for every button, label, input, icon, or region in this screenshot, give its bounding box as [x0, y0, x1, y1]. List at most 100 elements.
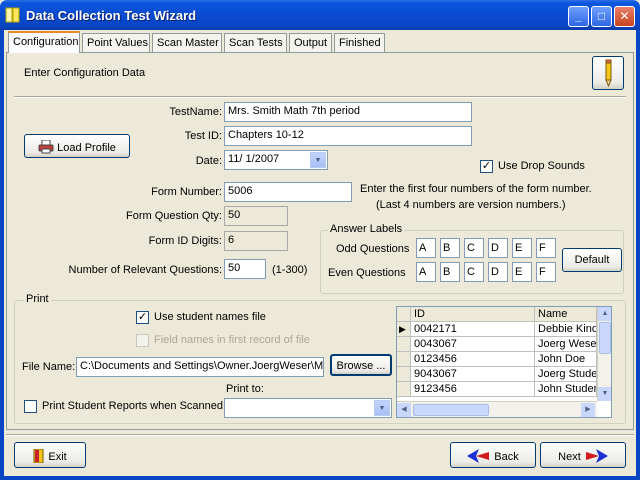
load-profile-button[interactable]: Load Profile — [24, 134, 130, 158]
date-dropdown-button[interactable]: ▼ — [310, 152, 326, 168]
testname-label: TestName: — [169, 106, 222, 118]
form-id-digits-value: 6 — [224, 231, 288, 251]
close-button[interactable]: ✕ — [614, 6, 635, 27]
next-label: Next — [558, 451, 581, 463]
question-qty-value: 50 — [224, 206, 288, 226]
print-title: Print — [24, 293, 51, 305]
default-button[interactable]: Default — [562, 248, 622, 272]
even-labels-row: A B C D E F — [416, 262, 558, 282]
print-to-select[interactable] — [224, 398, 392, 418]
grid-header-name[interactable]: Name — [535, 307, 597, 322]
grid-cell-name[interactable]: Debbie Kind — [535, 322, 597, 337]
use-drop-sounds-checkbox[interactable]: ✓ — [480, 160, 493, 173]
form-id-digits-label: Form ID Digits: — [148, 235, 222, 247]
even-label-input[interactable]: F — [536, 262, 556, 282]
print-reports-checkbox[interactable] — [24, 400, 37, 413]
odd-label-input[interactable]: A — [416, 238, 436, 258]
tab-configuration[interactable]: Configuration — [8, 31, 80, 53]
form-number-label: Form Number: — [151, 186, 222, 198]
scroll-left-button[interactable]: ◀ — [397, 403, 411, 417]
grid-cell-id[interactable]: 0043067 — [411, 337, 535, 352]
odd-label-input[interactable]: C — [464, 238, 484, 258]
even-label-input[interactable]: C — [464, 262, 484, 282]
next-button[interactable]: Next — [540, 442, 626, 468]
answer-labels-title: Answer Labels — [328, 223, 405, 235]
question-qty-label: Form Question Qty: — [126, 210, 222, 222]
grid-cell-id[interactable]: 9043067 — [411, 367, 535, 382]
even-label-input[interactable]: B — [440, 262, 460, 282]
use-student-names-checkbox[interactable]: ✓ — [136, 311, 149, 324]
edit-button[interactable] — [592, 56, 624, 90]
odd-label-input[interactable]: B — [440, 238, 460, 258]
tab-scan-master[interactable]: Scan Master — [152, 33, 222, 52]
even-label-input[interactable]: E — [512, 262, 532, 282]
scroll-up-button[interactable]: ▲ — [598, 307, 611, 321]
relevant-questions-input[interactable]: 50 — [224, 259, 266, 279]
exit-button[interactable]: Exit — [14, 442, 86, 468]
tab-finished[interactable]: Finished — [334, 33, 385, 52]
grid-horizontal-scrollbar[interactable]: ◀ ▶ — [397, 401, 597, 417]
header-separator — [14, 96, 626, 98]
row-indicator — [397, 337, 411, 352]
file-name-input[interactable]: C:\Documents and Settings\Owner.JoergWes… — [76, 357, 324, 377]
scroll-right-button[interactable]: ▶ — [581, 403, 595, 417]
odd-questions-label: Odd Questions — [336, 243, 410, 255]
header-text: Enter Configuration Data — [24, 67, 146, 79]
field-names-checkbox[interactable] — [136, 334, 149, 347]
printer-icon — [38, 139, 54, 154]
odd-label-input[interactable]: F — [536, 238, 556, 258]
field-names-label: Field names in first record of file — [154, 334, 310, 346]
form-number-input[interactable]: 5006 — [224, 182, 352, 202]
tab-scan-tests[interactable]: Scan Tests — [224, 33, 287, 52]
use-drop-sounds-label: Use Drop Sounds — [498, 160, 585, 172]
back-arrow-icon — [467, 449, 490, 463]
print-to-label: Print to: — [226, 383, 264, 395]
form-hint-line-1: Enter the first four numbers of the form… — [360, 183, 592, 195]
testid-input[interactable]: Chapters 10-12 — [224, 126, 472, 146]
testname-input[interactable]: Mrs. Smith Math 7th period — [224, 102, 472, 122]
tab-point-values[interactable]: Point Values — [82, 33, 150, 52]
print-reports-label: Print Student Reports when Scanned — [42, 400, 224, 412]
grid-cell-name[interactable]: John Studen — [535, 382, 597, 397]
print-to-dropdown-button[interactable]: ▼ — [374, 400, 390, 416]
grid-corner — [397, 307, 411, 322]
minimize-button[interactable]: _ — [568, 6, 589, 27]
window-title: Data Collection Test Wizard — [26, 8, 197, 23]
maximize-button[interactable]: □ — [591, 6, 612, 27]
tab-output[interactable]: Output — [289, 33, 332, 52]
testid-label: Test ID: — [184, 130, 222, 142]
grid-cell-id[interactable]: 9123456 — [411, 382, 535, 397]
app-icon — [5, 7, 20, 23]
scroll-down-button[interactable]: ▼ — [598, 387, 611, 401]
odd-label-input[interactable]: D — [488, 238, 508, 258]
footer-separator — [6, 434, 634, 436]
grid-cell-name[interactable]: John Doe — [535, 352, 597, 367]
row-indicator — [397, 367, 411, 382]
row-indicator — [397, 352, 411, 367]
scroll-thumb-vertical[interactable] — [599, 322, 611, 354]
file-name-label: File Name: — [22, 361, 76, 373]
date-value: 11/ 1/2007 — [228, 153, 280, 165]
grid-cell-id[interactable]: 0123456 — [411, 352, 535, 367]
scroll-thumb-horizontal[interactable] — [413, 404, 489, 416]
date-label: Date: — [195, 155, 222, 167]
window-frame-bottom — [0, 476, 640, 480]
even-label-input[interactable]: A — [416, 262, 436, 282]
pencil-icon — [605, 59, 612, 88]
back-label: Back — [494, 451, 519, 463]
grid-vertical-scrollbar[interactable]: ▲ ▼ — [597, 307, 611, 401]
grid-cell-id[interactable]: 0042171 — [411, 322, 535, 337]
form-hint-line-2: (Last 4 numbers are version numbers.) — [376, 199, 566, 211]
browse-button[interactable]: Browse ... — [330, 354, 392, 376]
grid-cell-name[interactable]: Joerg Studen — [535, 367, 597, 382]
odd-labels-row: A B C D E F — [416, 238, 558, 258]
grid-header-id[interactable]: ID — [411, 307, 535, 322]
load-profile-label: Load Profile — [57, 142, 116, 154]
relevant-questions-label: Number of Relevant Questions: — [68, 264, 222, 276]
relevant-questions-range: (1-300) — [272, 264, 308, 276]
grid-cell-name[interactable]: Joerg Weser — [535, 337, 597, 352]
back-button[interactable]: Back — [450, 442, 536, 468]
students-grid[interactable]: ID Name ▶ 0042171 Debbie Kind 0043067 Jo… — [396, 306, 612, 418]
even-label-input[interactable]: D — [488, 262, 508, 282]
odd-label-input[interactable]: E — [512, 238, 532, 258]
